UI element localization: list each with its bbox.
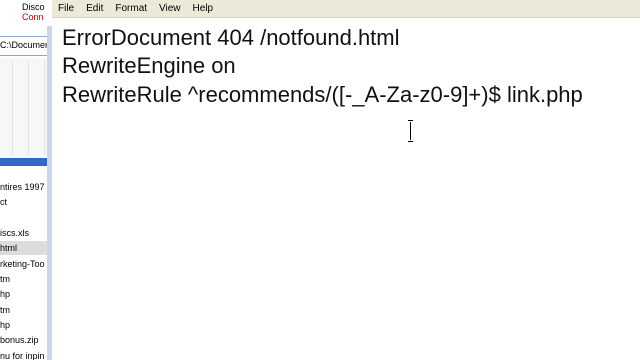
file-list-item[interactable]: rketing-Too	[0, 257, 52, 271]
address-text: C:\Documen	[0, 40, 51, 50]
code-line-1: ErrorDocument 404 /notfound.html	[62, 25, 400, 50]
i-beam-bottom	[408, 141, 413, 142]
background-window-title: Disco	[22, 2, 45, 12]
file-list-item[interactable]: ct	[0, 195, 52, 209]
code-line-3: RewriteRule ^recommends/([-_A-Za-z0-9]+)…	[62, 82, 583, 107]
tree-gridline	[44, 60, 45, 155]
file-list-item[interactable]: nu for inpin	[0, 349, 52, 360]
menu-format[interactable]: Format	[109, 0, 153, 17]
file-list-item[interactable]: hp	[0, 318, 52, 332]
background-window-header: Disco Conn	[0, 0, 52, 26]
menu-help[interactable]: Help	[187, 0, 220, 17]
file-list-item[interactable]: iscs.xls	[0, 226, 52, 240]
menu-bar: File Edit Format View Help	[52, 0, 640, 18]
file-list-item[interactable]: tm	[0, 272, 52, 286]
tree-gridline	[28, 60, 29, 155]
i-beam-cursor-icon	[408, 120, 414, 142]
file-list-item[interactable]: bonus.zip	[0, 333, 52, 347]
file-list-item[interactable]: tm	[0, 303, 52, 317]
file-list-item-selected[interactable]: html	[0, 241, 52, 255]
file-list-item[interactable]	[0, 211, 52, 225]
i-beam-top	[408, 120, 413, 121]
code-line-2: RewriteEngine on	[62, 53, 236, 78]
text-editor-area[interactable]: ErrorDocument 404 /notfound.html Rewrite…	[52, 18, 640, 360]
file-list-item[interactable]: ntires 1997	[0, 180, 52, 194]
tree-gridline	[12, 60, 13, 155]
menu-view[interactable]: View	[153, 0, 187, 17]
selection-bar	[0, 158, 52, 166]
file-list-item[interactable]: hp	[0, 287, 52, 301]
menu-file[interactable]: File	[52, 0, 80, 17]
background-explorer-window[interactable]: Disco Conn C:\Documen ntires 1997 ct isc…	[0, 0, 52, 360]
background-window-status: Conn	[22, 12, 44, 22]
menu-edit[interactable]: Edit	[80, 0, 109, 17]
notepad-window[interactable]: File Edit Format View Help ErrorDocument…	[52, 0, 640, 360]
i-beam-stem	[410, 122, 411, 140]
